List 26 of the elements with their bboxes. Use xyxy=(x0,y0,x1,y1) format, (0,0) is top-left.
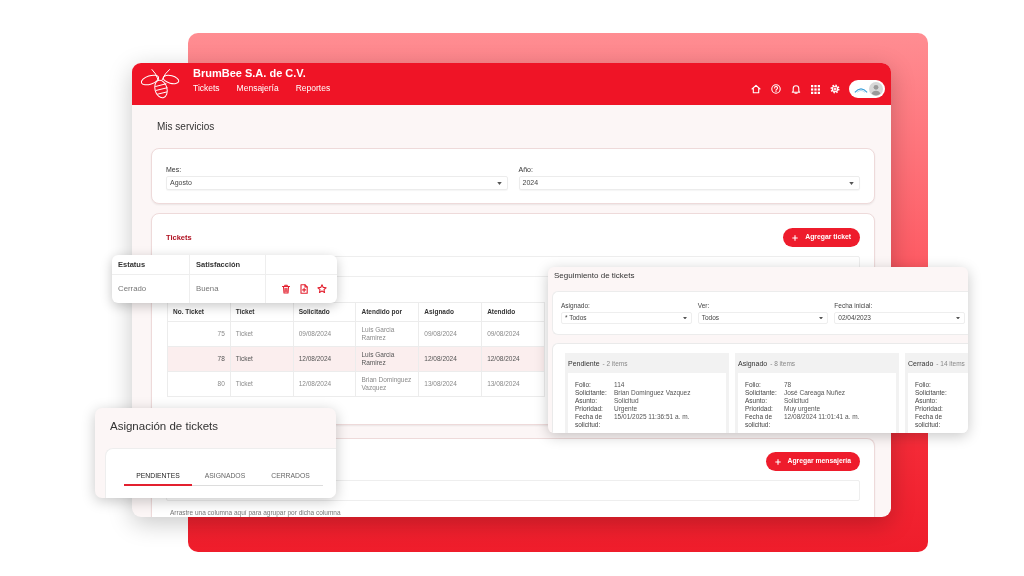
caret-icon xyxy=(956,316,960,320)
bee-logo-icon xyxy=(140,67,180,101)
caret-icon xyxy=(682,316,687,320)
caret-icon xyxy=(849,181,854,185)
apps-grid-icon[interactable] xyxy=(811,84,820,94)
help-icon[interactable] xyxy=(771,84,781,94)
settings-icon[interactable] xyxy=(830,84,840,94)
file-plus-icon[interactable] xyxy=(299,284,309,294)
star-icon[interactable] xyxy=(317,284,327,294)
window-title: Seguimiento de tickets xyxy=(553,270,636,282)
plus-icon xyxy=(792,234,799,241)
caret-icon xyxy=(496,181,502,185)
window-title: Asignación de tickets xyxy=(109,419,220,434)
nav-link[interactable]: Reportes xyxy=(295,83,331,96)
app-title: BrumBee S.A. de C.V. xyxy=(193,66,307,80)
avatar-icon xyxy=(869,82,883,96)
arc-logo-icon xyxy=(854,85,868,93)
nav-link[interactable]: Tickets xyxy=(193,83,220,96)
account-menu-button[interactable] xyxy=(849,80,885,98)
home-icon[interactable] xyxy=(751,84,761,94)
plus-icon xyxy=(774,458,781,465)
page-title: Mis servicios xyxy=(156,120,216,134)
bell-icon[interactable] xyxy=(791,84,801,94)
nav-link[interactable]: Mensajería xyxy=(236,83,279,96)
caret-icon xyxy=(819,316,824,320)
trash-icon[interactable] xyxy=(281,284,291,294)
